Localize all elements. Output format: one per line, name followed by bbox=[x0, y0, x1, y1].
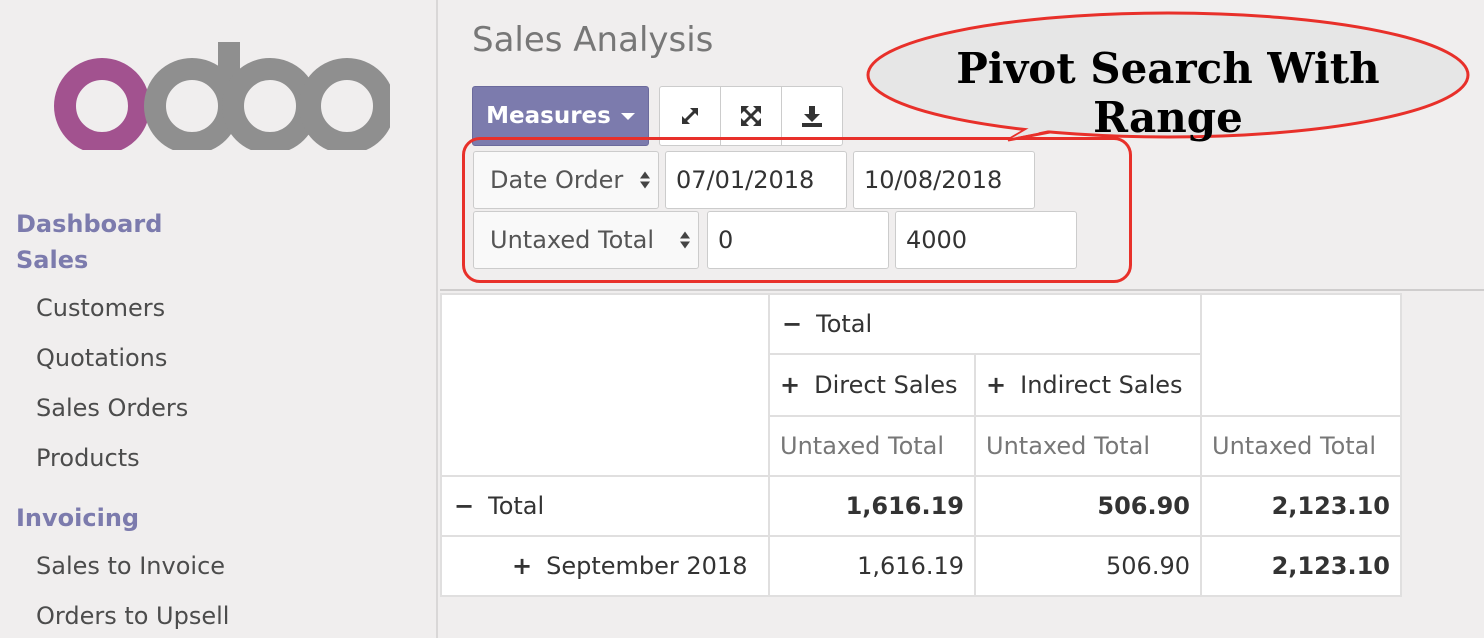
expand-icon bbox=[681, 107, 699, 125]
row-header-september-2018[interactable]: + September 2018 bbox=[440, 535, 770, 597]
col-header-direct-sales-label: Direct Sales bbox=[814, 371, 958, 399]
highlight-box bbox=[462, 137, 1132, 283]
measure-header-total: Untaxed Total bbox=[1200, 415, 1402, 477]
sidebar-item-customers[interactable]: Customers bbox=[36, 294, 165, 322]
cell-value[interactable]: 506.90 bbox=[974, 535, 1202, 597]
row-header-total[interactable]: − Total bbox=[440, 475, 770, 537]
page-title: Sales Analysis bbox=[472, 20, 714, 60]
sidebar: Dashboard Sales Customers Quotations Sal… bbox=[0, 0, 438, 638]
minus-icon: − bbox=[454, 492, 475, 520]
sidebar-item-orders-to-upsell[interactable]: Orders to Upsell bbox=[36, 602, 229, 630]
col-header-direct-sales[interactable]: + Direct Sales bbox=[768, 353, 976, 417]
sidebar-item-quotations[interactable]: Quotations bbox=[36, 344, 167, 372]
measures-label: Measures bbox=[486, 103, 611, 129]
cell-value[interactable]: 506.90 bbox=[974, 475, 1202, 537]
plus-icon: + bbox=[986, 371, 1007, 399]
cell-value[interactable]: 1,616.19 bbox=[768, 475, 976, 537]
col-header-indirect-sales[interactable]: + Indirect Sales bbox=[974, 353, 1202, 417]
cell-value[interactable]: 2,123.10 bbox=[1200, 475, 1402, 537]
download-icon bbox=[802, 106, 822, 127]
sidebar-item-products[interactable]: Products bbox=[36, 444, 140, 472]
fullscreen-icon bbox=[741, 106, 761, 126]
col-header-total-blank bbox=[1200, 293, 1402, 417]
sidebar-item-sales-to-invoice[interactable]: Sales to Invoice bbox=[36, 552, 225, 580]
measure-header-direct: Untaxed Total bbox=[768, 415, 976, 477]
row-header-total-label: Total bbox=[488, 492, 545, 520]
odoo-logo[interactable] bbox=[50, 38, 395, 154]
nav-category-sales[interactable]: Sales bbox=[16, 246, 88, 274]
row-header-september-label: September 2018 bbox=[546, 552, 748, 580]
cell-value[interactable]: 1,616.19 bbox=[768, 535, 976, 597]
minus-icon: − bbox=[782, 310, 803, 338]
nav-category-dashboard[interactable]: Dashboard bbox=[16, 210, 162, 238]
plus-icon: + bbox=[780, 371, 801, 399]
plus-icon: + bbox=[512, 552, 533, 580]
main-content: Sales Analysis Measures Date Order 07/01… bbox=[440, 0, 1484, 638]
col-header-indirect-sales-label: Indirect Sales bbox=[1020, 371, 1183, 399]
cell-value[interactable]: 2,123.10 bbox=[1200, 535, 1402, 597]
nav-category-invoicing[interactable]: Invoicing bbox=[16, 504, 139, 532]
col-header-total[interactable]: − Total bbox=[768, 293, 1202, 355]
callout-text: Pivot Search With Range bbox=[956, 44, 1380, 142]
sidebar-item-sales-orders[interactable]: Sales Orders bbox=[36, 394, 188, 422]
pivot-table: − Total + Direct Sales + Indirect Sales … bbox=[440, 293, 1484, 638]
pivot-corner-cell bbox=[440, 293, 770, 477]
caret-down-icon bbox=[620, 112, 635, 120]
measure-header-indirect: Untaxed Total bbox=[974, 415, 1202, 477]
col-header-total-label: Total bbox=[816, 310, 873, 338]
